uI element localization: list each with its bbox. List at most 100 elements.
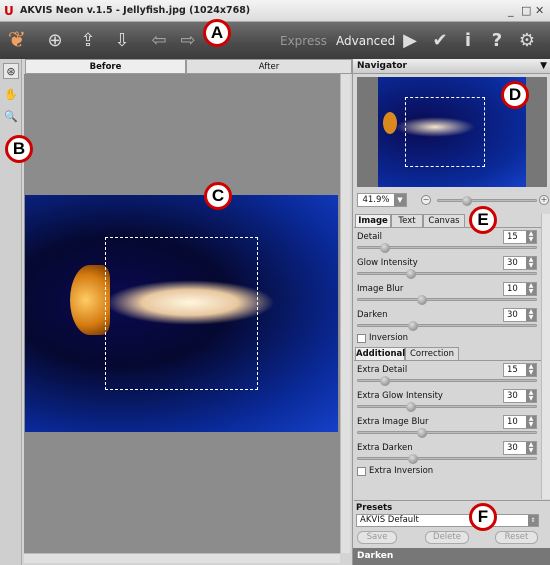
hint-panel: Darken	[353, 548, 550, 565]
param-slider-3[interactable]	[357, 321, 537, 331]
callout-f: F	[469, 503, 497, 531]
title-bar: ᑌ AKVIS Neon v.1.5 - Jellyfish.jpg (1024…	[0, 0, 550, 22]
undo-arrow-icon[interactable]: ⇦	[147, 29, 171, 53]
param-spinbox-3[interactable]: 30 ▲ ▼	[503, 308, 537, 322]
zoom-slider[interactable]	[437, 196, 537, 206]
app-logo-icon: ᑌ	[4, 4, 14, 18]
thumbnail-jellyfish	[383, 112, 397, 134]
extra-inversion-checkbox[interactable]	[357, 467, 366, 476]
collapse-triangle-icon[interactable]: ▼	[540, 61, 547, 71]
tab-image[interactable]: Image	[355, 214, 391, 227]
slider-knob[interactable]	[417, 295, 428, 305]
extra-param-spinbox-0[interactable]: 15 ▲ ▼	[503, 363, 537, 377]
delete-preset-button[interactable]: Delete	[425, 531, 469, 544]
advanced-mode-button[interactable]: Advanced	[336, 34, 395, 48]
spin-arrows-icon[interactable]: ▲ ▼	[526, 309, 536, 321]
minimize-button[interactable]: _	[508, 4, 514, 17]
navigator-header: Navigator ▼	[353, 59, 550, 74]
callout-c: C	[204, 182, 232, 210]
extra-param-slider-3[interactable]	[357, 454, 537, 464]
param-slider-2[interactable]	[357, 295, 537, 305]
param-value: 15	[507, 232, 518, 242]
navigator-view-frame[interactable]	[405, 97, 485, 167]
slider-knob[interactable]	[379, 376, 390, 386]
presets-title: Presets	[356, 503, 393, 513]
slider-knob[interactable]	[408, 321, 419, 331]
maximize-button[interactable]: □	[521, 4, 531, 17]
save-settings-icon[interactable]: ⇪	[76, 29, 100, 53]
spin-arrows-icon[interactable]: ▲ ▼	[526, 416, 536, 428]
jellyfish-image[interactable]	[25, 195, 338, 432]
param-spinbox-0[interactable]: 15 ▲ ▼	[503, 230, 537, 244]
tab-text[interactable]: Text	[391, 214, 423, 227]
load-settings-icon[interactable]: ⇩	[110, 29, 134, 53]
vertical-scrollbar[interactable]	[340, 74, 350, 553]
extra-param-label-3: Extra Darken	[357, 443, 413, 453]
extra-param-slider-0[interactable]	[357, 376, 537, 386]
extra-param-slider-2[interactable]	[357, 428, 537, 438]
param-label-2: Image Blur	[357, 284, 404, 294]
spin-arrows-icon[interactable]: ▲ ▼	[526, 442, 536, 454]
run-play-icon[interactable]: ▶	[398, 29, 422, 53]
param-value: 30	[507, 310, 518, 320]
extra-param-label-2: Extra Image Blur	[357, 417, 429, 427]
window-title: AKVIS Neon v.1.5 - Jellyfish.jpg (1024x7…	[20, 5, 251, 16]
slider-knob[interactable]	[408, 454, 419, 464]
inversion-label: Inversion	[369, 333, 409, 343]
tab-canvas[interactable]: Canvas	[423, 214, 465, 227]
slider-knob[interactable]	[417, 428, 428, 438]
save-preset-button[interactable]: Save	[357, 531, 397, 544]
zoom-tool-icon[interactable]: 🔍	[3, 109, 19, 125]
open-image-icon[interactable]: ⊕	[43, 29, 67, 53]
close-button[interactable]: ✕	[535, 4, 544, 17]
reset-preset-button[interactable]: Reset	[495, 531, 538, 544]
param-spinbox-2[interactable]: 10 ▲ ▼	[503, 282, 537, 296]
callout-b: B	[5, 135, 33, 163]
zoom-out-icon[interactable]: −	[421, 195, 431, 205]
slider-knob[interactable]	[379, 243, 390, 253]
hand-tool-icon[interactable]: ✋	[3, 87, 19, 103]
info-icon[interactable]: i	[456, 29, 480, 53]
redo-arrow-icon[interactable]: ⇨	[176, 29, 200, 53]
zoom-dropdown-icon[interactable]: ▼	[394, 194, 406, 206]
extra-param-spinbox-1[interactable]: 30 ▲ ▼	[503, 389, 537, 403]
tab-after[interactable]: After	[186, 59, 352, 74]
dropdown-arrow-icon[interactable]: ⇕	[528, 515, 538, 526]
inversion-checkbox[interactable]	[357, 334, 366, 343]
extra-param-spinbox-2[interactable]: 10 ▲ ▼	[503, 415, 537, 429]
param-spinbox-1[interactable]: 30 ▲ ▼	[503, 256, 537, 270]
apply-check-icon[interactable]: ✔	[428, 29, 452, 53]
slider-knob[interactable]	[406, 402, 417, 412]
horizontal-scrollbar[interactable]	[24, 553, 340, 563]
callout-d: D	[501, 81, 529, 109]
param-value: 10	[507, 284, 518, 294]
jellyfish-bell	[70, 265, 110, 335]
extra-param-slider-1[interactable]	[357, 402, 537, 412]
tab-before[interactable]: Before	[25, 59, 186, 74]
presets-dropdown[interactable]: AKVIS Default ⇕	[356, 514, 539, 527]
slider-knob[interactable]	[406, 269, 417, 279]
help-icon[interactable]: ?	[485, 29, 509, 53]
preview-selection-frame[interactable]	[105, 237, 258, 390]
param-label-3: Darken	[357, 310, 388, 320]
settings-scrollbar[interactable]	[541, 214, 550, 499]
callout-a: A	[203, 19, 231, 47]
settings-gear-icon[interactable]: ⚙	[515, 29, 539, 53]
zoom-in-icon[interactable]: +	[539, 195, 549, 205]
param-slider-1[interactable]	[357, 269, 537, 279]
extra-param-label-0: Extra Detail	[357, 365, 408, 375]
subtab-additional[interactable]: Additional	[355, 347, 405, 360]
spin-arrows-icon[interactable]: ▲ ▼	[526, 257, 536, 269]
subtab-correction[interactable]: Correction	[405, 347, 459, 360]
spin-arrows-icon[interactable]: ▲ ▼	[526, 364, 536, 376]
param-value: 30	[507, 258, 518, 268]
express-mode-button[interactable]: Express	[280, 34, 327, 48]
zoom-slider-knob[interactable]	[462, 196, 473, 206]
extra-param-spinbox-3[interactable]: 30 ▲ ▼	[503, 441, 537, 455]
spin-arrows-icon[interactable]: ▲ ▼	[526, 231, 536, 243]
spin-arrows-icon[interactable]: ▲ ▼	[526, 283, 536, 295]
param-slider-0[interactable]	[357, 243, 537, 253]
spin-arrows-icon[interactable]: ▲ ▼	[526, 390, 536, 402]
navigator-tool-icon[interactable]: ⊛	[3, 63, 19, 79]
extra-param-value: 30	[507, 443, 518, 453]
